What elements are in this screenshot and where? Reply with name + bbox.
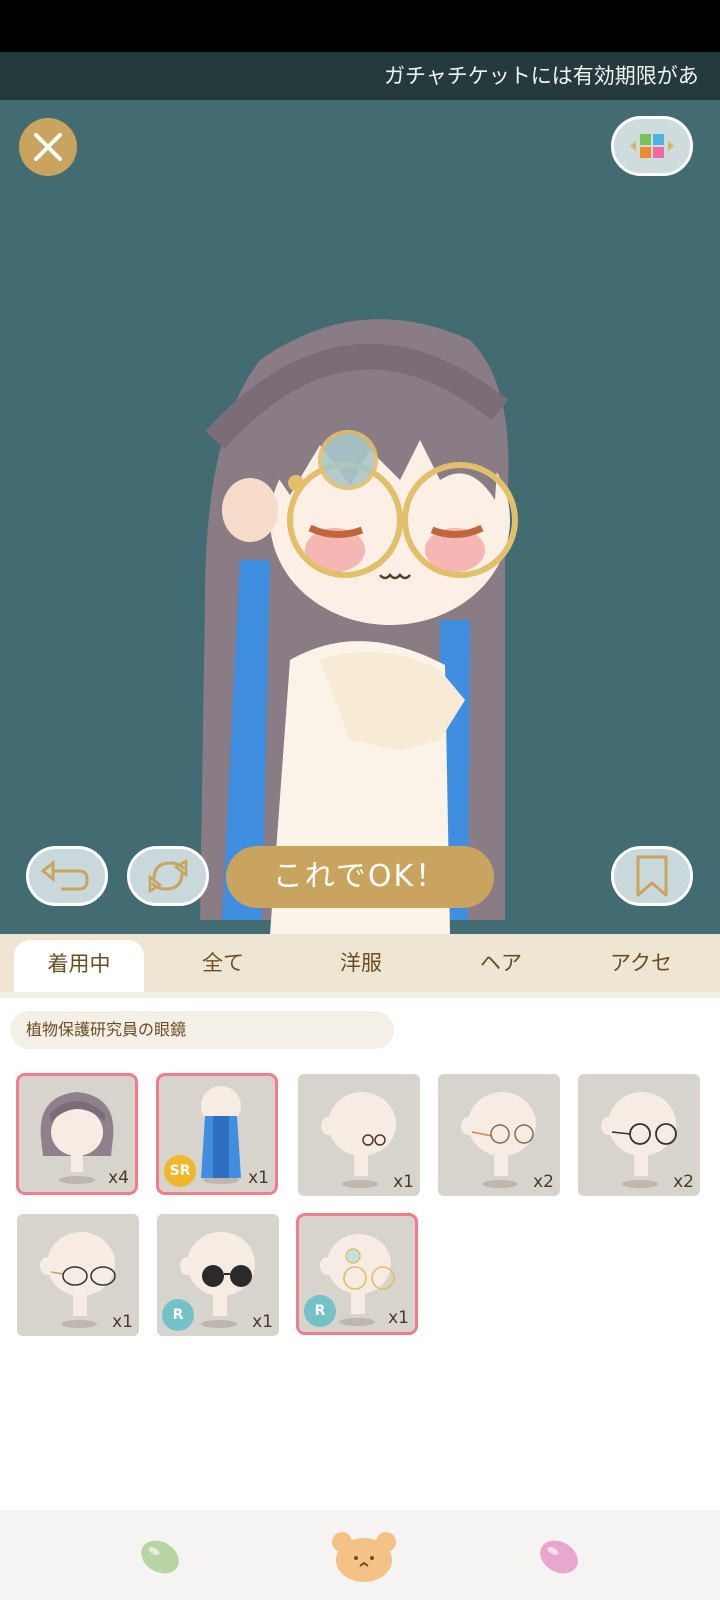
item-tile-blue-long-hair[interactable]: SR x1 xyxy=(156,1073,278,1195)
ticker-text: ガチャチケットには有効期限があ xyxy=(384,64,699,88)
confirm-ok-button[interactable]: これでOK！ xyxy=(226,846,494,908)
tab-divider xyxy=(0,992,720,998)
close-icon xyxy=(34,133,62,161)
item-quantity: x4 xyxy=(108,1168,129,1188)
undo-button[interactable] xyxy=(26,846,108,906)
item-tile-small-round-glasses[interactable]: x1 xyxy=(298,1074,420,1196)
tab-wearing[interactable]: 着用中 xyxy=(14,940,144,992)
avatar-stage: これでOK！ xyxy=(0,100,720,934)
pink-bean-icon[interactable] xyxy=(524,1520,594,1590)
green-bean-icon[interactable] xyxy=(125,1520,195,1590)
status-bar xyxy=(0,0,720,52)
item-quantity: x1 xyxy=(252,1312,273,1332)
bear-face-icon[interactable] xyxy=(326,1520,402,1590)
tab-clothes[interactable]: 洋服 xyxy=(296,934,426,992)
undo-icon xyxy=(40,859,89,891)
tab-all[interactable]: 全て xyxy=(158,934,288,992)
item-quantity: x2 xyxy=(673,1172,694,1192)
layout-grid-icon xyxy=(630,134,674,158)
item-quantity: x1 xyxy=(248,1168,269,1188)
item-tile-black-wire-glasses[interactable]: x2 xyxy=(578,1074,700,1196)
selected-item-name: 植物保護研究員の眼鏡 xyxy=(10,1011,394,1049)
item-tile-monocle-glasses[interactable]: R x1 xyxy=(296,1213,418,1335)
item-quantity: x1 xyxy=(393,1172,414,1192)
rarity-badge-r: R xyxy=(304,1295,336,1327)
rarity-badge-sr: SR xyxy=(164,1155,196,1187)
category-tabs: 着用中 全て 洋服 ヘア アクセ xyxy=(0,934,720,992)
item-quantity: x2 xyxy=(533,1172,554,1192)
bottom-navigation xyxy=(0,1510,720,1600)
item-tile-gold-wire-glasses[interactable]: x2 xyxy=(438,1074,560,1196)
tab-hair[interactable]: ヘア xyxy=(436,934,566,992)
randomize-button[interactable] xyxy=(127,846,209,906)
rarity-badge-r: R xyxy=(162,1299,194,1331)
close-button[interactable] xyxy=(19,118,77,176)
announcement-ticker: ガチャチケットには有効期限があ xyxy=(0,52,720,100)
item-tile-gold-frame-glasses[interactable]: x1 xyxy=(17,1214,139,1336)
bookmark-icon xyxy=(636,855,668,897)
avatar-figure xyxy=(200,319,518,934)
refresh-icon xyxy=(148,858,188,894)
item-quantity: x1 xyxy=(112,1312,133,1332)
tab-accessories[interactable]: アクセ xyxy=(576,934,706,992)
item-tile-sunglasses[interactable]: R x1 xyxy=(157,1214,279,1336)
item-tile-braided-hair[interactable]: x4 xyxy=(16,1073,138,1195)
layout-switch-button[interactable] xyxy=(611,116,693,176)
save-outfit-button[interactable] xyxy=(611,846,693,906)
item-quantity: x1 xyxy=(388,1308,409,1328)
